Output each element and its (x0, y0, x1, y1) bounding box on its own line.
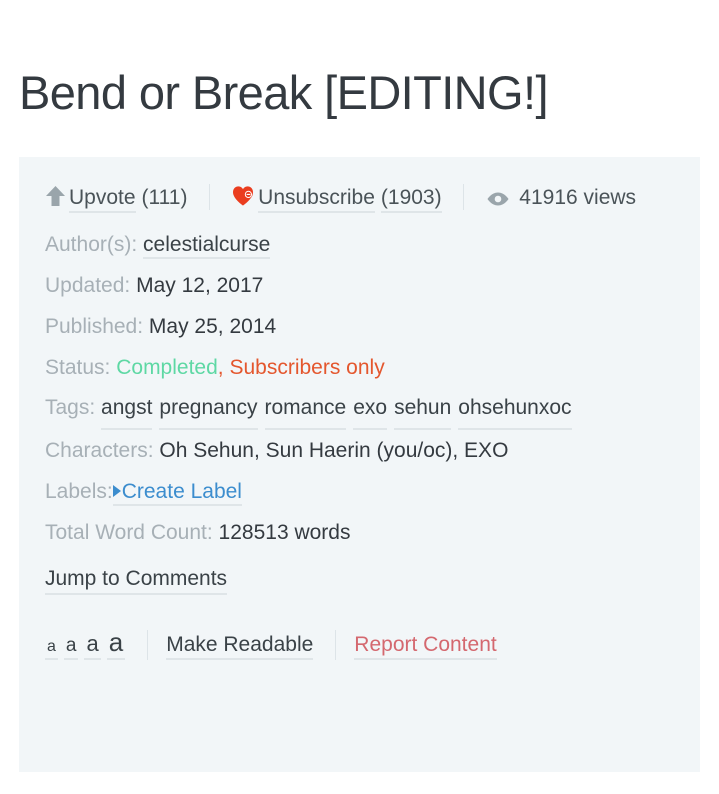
authors-label: Author(s): (45, 233, 138, 256)
published-label: Published: (45, 315, 144, 338)
characters-label: Characters: (45, 439, 154, 462)
status-separator: , (217, 356, 224, 379)
labels-row: Labels: Create Label (45, 471, 674, 512)
tag-link[interactable]: pregnancy (159, 388, 258, 430)
subscribe-stat[interactable]: Unsubscribe (1903) (232, 186, 447, 213)
heart-minus-icon (232, 182, 255, 220)
updated-value: May 12, 2017 (136, 274, 264, 297)
bottom-toolbar: aaaa Make Readable Report Content (45, 629, 674, 660)
characters-value: Oh Sehun, Sun Haerin (you/oc), EXO (159, 439, 509, 462)
toolbar-divider-2 (335, 630, 337, 660)
views-stat: 41916 views (486, 186, 636, 209)
word-count-value: 128513 words (218, 521, 351, 544)
font-size-button-1[interactable]: a (45, 639, 58, 660)
published-row: Published: May 25, 2014 (45, 306, 674, 347)
tag-link[interactable]: exo (353, 388, 388, 430)
upvote-arrow-icon (45, 182, 66, 220)
jump-to-comments-link[interactable]: Jump to Comments (45, 567, 228, 595)
eye-icon (486, 182, 510, 220)
upvote-link[interactable]: Upvote (69, 186, 136, 213)
views-label: views (583, 186, 637, 209)
status-row: Status: Completed, Subscribers only (45, 347, 674, 388)
word-count-label: Total Word Count: (45, 521, 213, 544)
author-link[interactable]: celestialcurse (143, 233, 271, 259)
tag-link[interactable]: angst (101, 388, 153, 430)
story-info-panel: Upvote (111) Unsubscribe (1903) 41916 vi… (19, 157, 700, 772)
create-label-button[interactable]: Create Label (112, 480, 242, 506)
unsubscribe-link[interactable]: Unsubscribe (258, 186, 375, 213)
updated-label: Updated: (45, 274, 131, 297)
make-readable-link[interactable]: Make Readable (166, 634, 314, 660)
toolbar-divider-1 (147, 630, 149, 660)
stats-row: Upvote (111) Unsubscribe (1903) 41916 vi… (45, 179, 674, 220)
stats-divider-2 (463, 184, 465, 210)
report-content-link[interactable]: Report Content (354, 634, 497, 660)
font-size-button-3[interactable]: a (84, 633, 101, 660)
create-label-text: Create Label (121, 480, 242, 503)
font-size-button-2[interactable]: a (63, 636, 79, 660)
tag-link[interactable]: sehun (394, 388, 452, 430)
font-size-button-4[interactable]: a (106, 629, 126, 660)
published-value: May 25, 2014 (148, 315, 277, 338)
updated-row: Updated: May 12, 2017 (45, 265, 674, 306)
tag-link[interactable]: ohsehunxoc (458, 388, 572, 430)
tag-link[interactable]: romance (264, 388, 347, 430)
tags-label: Tags: (45, 396, 96, 419)
tags-list: angst pregnancy romance exo sehun ohsehunxoc (101, 396, 579, 430)
status-badge-subscribers-only: Subscribers only (229, 356, 385, 379)
word-count-row: Total Word Count: 128513 words (45, 512, 674, 553)
status-label: Status: (45, 356, 111, 379)
stats-divider-1 (209, 184, 211, 210)
triangle-right-icon (112, 485, 121, 497)
status-badge-completed: Completed (116, 356, 218, 379)
upvote-stat[interactable]: Upvote (111) (45, 186, 193, 213)
labels-label: Labels: (45, 480, 113, 503)
jump-to-comments-row: Jump to Comments (45, 558, 674, 599)
subscriber-count[interactable]: (1903) (380, 186, 442, 213)
upvote-count: (111) (141, 186, 188, 209)
tags-row: Tags: angst pregnancy romance exo sehun ohseh… (45, 388, 674, 430)
authors-row: Author(s): celestialcurse (45, 224, 674, 265)
characters-row: Characters: Oh Sehun, Sun Haerin (you/oc… (45, 430, 674, 471)
page-title: Bend or Break [EDITING!] (19, 66, 549, 119)
view-count: 41916 (519, 186, 578, 209)
font-size-controls: aaaa (45, 629, 126, 660)
